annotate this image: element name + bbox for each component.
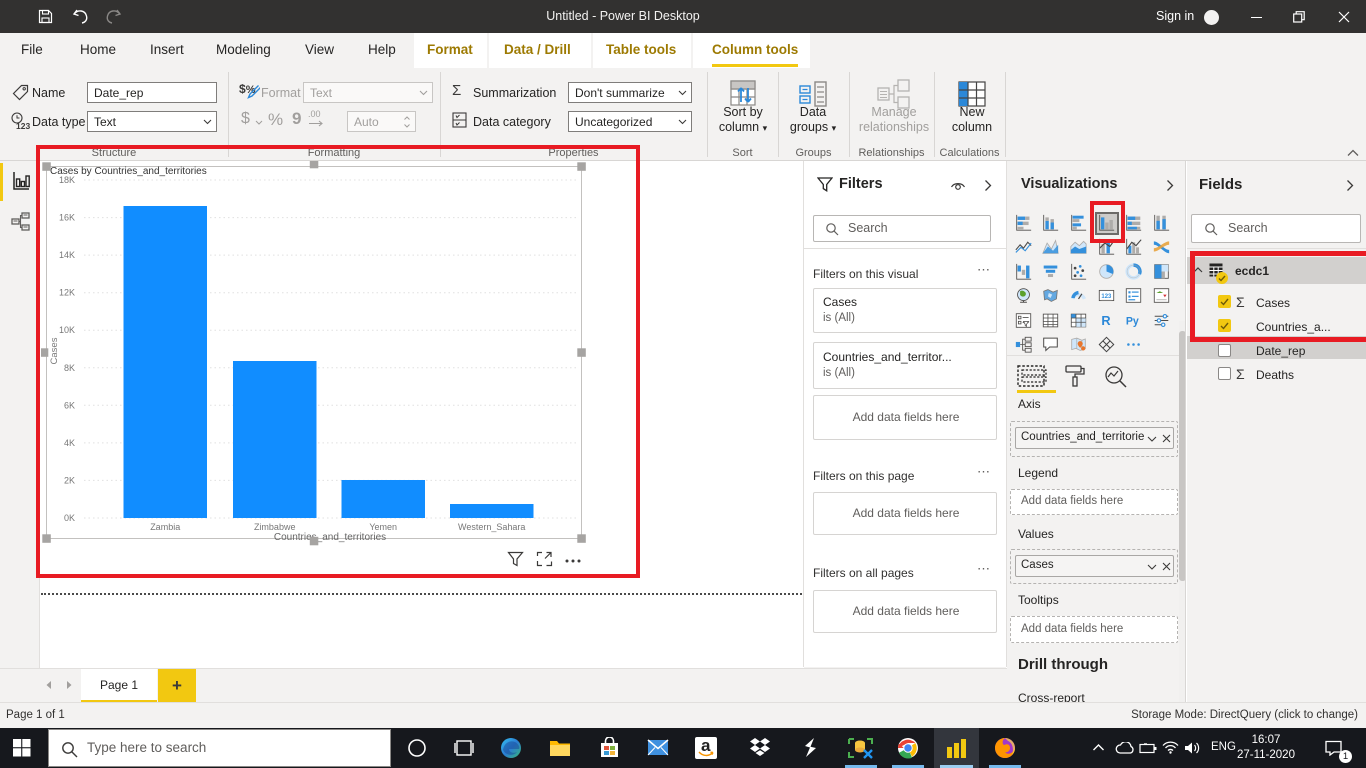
svg-text:123: 123 (16, 121, 30, 131)
svg-text:Py: Py (1126, 315, 1139, 327)
svg-text:R: R (1101, 313, 1110, 328)
svg-text:123: 123 (1101, 294, 1112, 300)
